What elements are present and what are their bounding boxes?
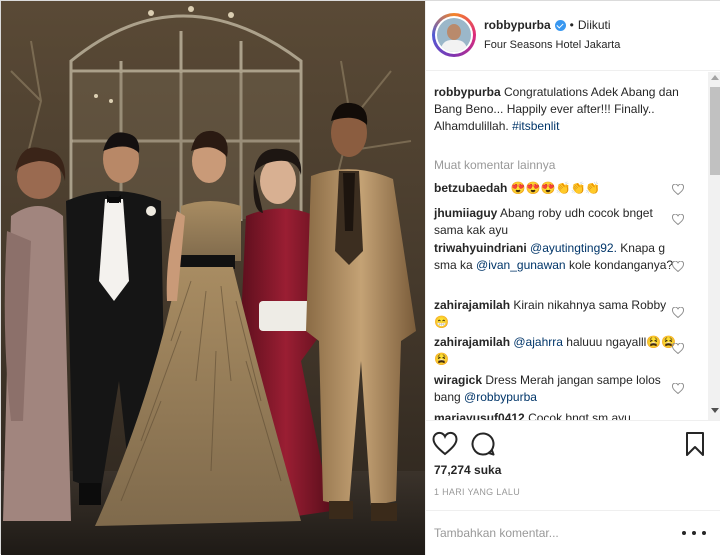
- more-dot: [682, 531, 686, 535]
- likes-count-button[interactable]: 77,274 suka: [434, 463, 501, 477]
- more-dot: [702, 531, 706, 535]
- comment-like-heart-icon[interactable]: [672, 184, 684, 195]
- comment-username-link[interactable]: zahirajamilah: [434, 335, 510, 349]
- comment-username-link[interactable]: mariayusuf0412: [434, 411, 525, 420]
- comment-item: wiragick Dress Merah jangan sampe lolos …: [434, 372, 684, 406]
- comment-username-link[interactable]: wiragick: [434, 373, 482, 387]
- comment-like-heart-icon[interactable]: [672, 214, 684, 225]
- post-photo[interactable]: [1, 1, 425, 555]
- post-timestamp[interactable]: 1 HARI YANG LALU: [434, 487, 520, 497]
- comments-list[interactable]: robbypurba Congratulations Adek Abang da…: [426, 72, 720, 420]
- comment-item: zahirajamilah @ajahrra haluuu ngayalll😫😫…: [434, 334, 684, 368]
- post-actions-bar: 77,274 suka 1 HARI YANG LALU: [426, 420, 720, 510]
- comment-username-link[interactable]: jhumiiaguy: [434, 206, 497, 220]
- comment-like-heart-icon[interactable]: [672, 383, 684, 394]
- follow-status-button[interactable]: Diikuti: [578, 18, 611, 32]
- add-comment-input[interactable]: [434, 524, 674, 542]
- load-more-comments-button[interactable]: Muat komentar lainnya: [434, 158, 555, 172]
- comment-bubble-icon[interactable]: [470, 431, 496, 457]
- comment-username-link[interactable]: triwahyuindriani: [434, 241, 527, 255]
- avatar-shirt: [441, 40, 467, 52]
- caption-hashtag-link[interactable]: #itsbenlit: [512, 119, 559, 133]
- more-options-icon[interactable]: [682, 524, 706, 542]
- comment-like-heart-icon[interactable]: [672, 307, 684, 318]
- post-details-panel: robbypurba • Diikuti Four Seasons Hotel …: [425, 1, 720, 555]
- separator-dot: •: [569, 18, 574, 32]
- comment-mention-link[interactable]: @ajahrra: [513, 335, 563, 349]
- comment-text: Cocok bngt sm ayu: [528, 411, 631, 420]
- bookmark-icon[interactable]: [682, 431, 708, 457]
- scrollbar-thumb[interactable]: [710, 87, 720, 175]
- comment-text: kole kondanganya?: [568, 258, 674, 272]
- comment-like-heart-icon[interactable]: [672, 261, 684, 272]
- post-header: robbypurba • Diikuti Four Seasons Hotel …: [426, 1, 720, 71]
- comment-item: jhumiiaguy Abang roby udh cocok bnget sa…: [434, 205, 684, 239]
- comment-item: zahirajamilah Kirain nikahnya sama Robby…: [434, 297, 684, 331]
- comment-text: 😍😍😍👏👏👏: [510, 181, 601, 195]
- location-link[interactable]: Four Seasons Hotel Jakarta: [484, 39, 620, 51]
- heart-icon[interactable]: [432, 431, 458, 457]
- scroll-down-arrow-icon[interactable]: [711, 408, 719, 413]
- comment-username-link[interactable]: betzubaedah: [434, 181, 507, 195]
- avatar-frame: [435, 16, 473, 54]
- add-comment-bar: [426, 510, 720, 555]
- avatar[interactable]: [432, 13, 476, 57]
- comment-mention-link[interactable]: @robbypurba: [464, 390, 537, 404]
- post-caption: robbypurba Congratulations Adek Abang da…: [434, 84, 704, 135]
- comment-username-link[interactable]: zahirajamilah: [434, 298, 510, 312]
- instagram-post-window: robbypurba • Diikuti Four Seasons Hotel …: [0, 0, 720, 555]
- caption-username-link[interactable]: robbypurba: [434, 85, 501, 99]
- comment-mention-link[interactable]: @ivan_gunawan: [476, 258, 566, 272]
- comment-mention-link[interactable]: @ayutingting92.: [530, 241, 617, 255]
- scroll-up-arrow-icon[interactable]: [711, 75, 719, 80]
- wedding-group-photo: [1, 1, 425, 555]
- avatar-photo: [437, 18, 471, 52]
- more-dot: [692, 531, 696, 535]
- comment-item: triwahyuindriani @ayutingting92. Knapa g…: [434, 240, 684, 274]
- header-top-row: robbypurba • Diikuti: [484, 18, 611, 32]
- comment-like-heart-icon[interactable]: [672, 343, 684, 354]
- comment-item: mariayusuf0412 Cocok bngt sm ayu: [434, 410, 684, 420]
- post-username-link[interactable]: robbypurba: [484, 18, 551, 32]
- avatar-face: [447, 24, 461, 40]
- verified-badge-icon: [554, 19, 566, 31]
- comment-item: betzubaedah 😍😍😍👏👏👏: [434, 180, 684, 197]
